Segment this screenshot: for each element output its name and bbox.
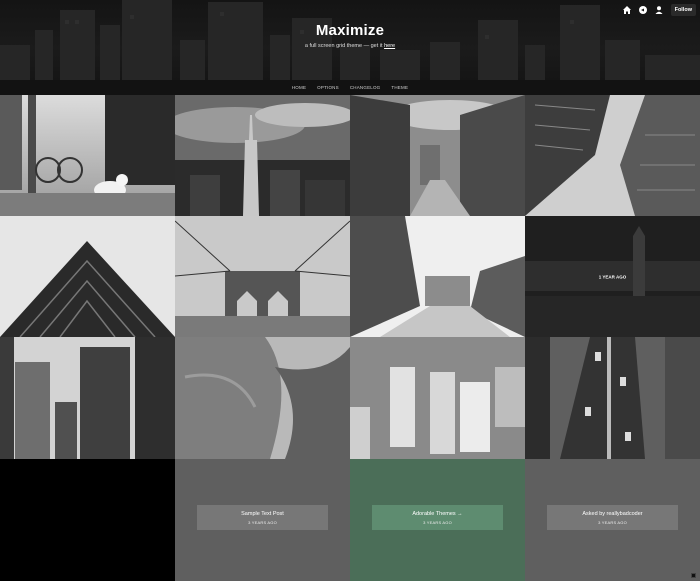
post-box[interactable]: Asked by reallybadcoder 3 YEARS AGO — [547, 505, 678, 530]
city-buildings-photo[interactable] — [0, 337, 175, 459]
city-street-photo[interactable] — [350, 95, 525, 216]
post-title[interactable]: Adorable Themes → — [412, 511, 462, 517]
post-date-label: 1 YEAR AGO — [598, 274, 627, 279]
chat-icon[interactable] — [637, 4, 649, 16]
traffic-road-photo[interactable] — [525, 337, 700, 459]
site-title[interactable]: Maximize — [0, 22, 700, 39]
empty-black-tile — [0, 459, 175, 581]
post-date: 3 YEARS AGO — [598, 519, 627, 525]
top-controls: Follow — [621, 4, 696, 16]
site-branding: Maximize a full screen grid theme — get … — [0, 22, 700, 49]
post-title[interactable]: Sample Text Post — [241, 511, 284, 517]
sample-text-post[interactable]: Sample Text Post 3 YEARS AGO — [175, 459, 350, 581]
site-header: Maximize a full screen grid theme — get … — [0, 0, 700, 80]
aerial-city-photo[interactable] — [350, 337, 525, 459]
street-cat-photo[interactable] — [0, 95, 175, 216]
site-description-text: a full screen grid theme — get it — [304, 43, 385, 49]
home-icon[interactable] — [621, 4, 633, 16]
nav-item-home[interactable]: HOME — [292, 85, 306, 90]
resize-handle-icon — [691, 573, 696, 578]
post-box[interactable]: Sample Text Post 3 YEARS AGO — [197, 505, 328, 530]
photo-grid: 1 YEAR AGO Sample Text Post 3 YEARS AGO … — [0, 95, 700, 581]
nav-item-changelog[interactable]: CHANGELOG — [350, 85, 381, 90]
ask-post[interactable]: Asked by reallybadcoder 3 YEARS AGO — [525, 459, 700, 581]
post-box[interactable]: Adorable Themes → 3 YEARS AGO — [372, 505, 503, 530]
follow-button[interactable]: Follow — [670, 4, 696, 16]
big-ben-photo[interactable]: 1 YEAR AGO — [525, 216, 700, 337]
post-date: 3 YEARS AGO — [423, 519, 452, 525]
nav-item-options[interactable]: OPTIONS — [317, 85, 339, 90]
post-date: 3 YEARS AGO — [248, 519, 277, 525]
post-title[interactable]: Asked by reallybadcoder — [582, 511, 642, 517]
angular-building-photo[interactable] — [0, 216, 175, 337]
skyscraper-lookup-photo[interactable] — [525, 95, 700, 216]
user-icon[interactable] — [653, 4, 665, 16]
site-description: a full screen grid theme — get it here — [0, 43, 700, 49]
adorable-themes-post[interactable]: Adorable Themes → 3 YEARS AGO — [350, 459, 525, 581]
main-nav: HOME OPTIONS CHANGELOG THEME — [0, 80, 700, 95]
avenue-photo[interactable] — [350, 216, 525, 337]
brooklyn-bridge-photo[interactable] — [175, 216, 350, 337]
empire-state-photo[interactable] — [175, 95, 350, 216]
get-it-link[interactable]: here — [384, 43, 395, 49]
curved-architecture-photo[interactable] — [175, 337, 350, 459]
nav-item-theme[interactable]: THEME — [391, 85, 408, 90]
